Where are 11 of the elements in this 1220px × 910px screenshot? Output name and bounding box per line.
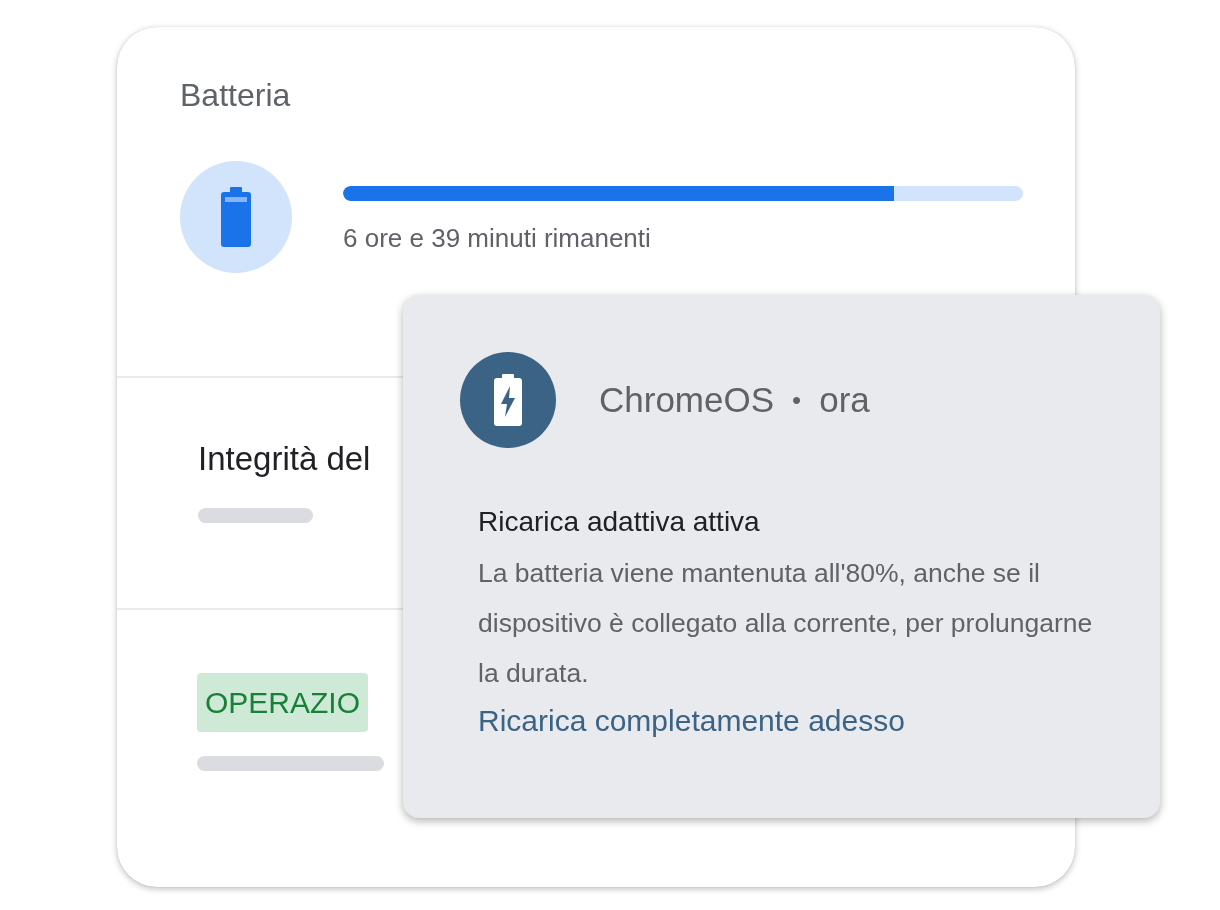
card-title: Batteria <box>180 77 292 115</box>
notification-body: La batteria viene mantenuta all'80%, anche se il dispositivo è collegato alla corrente, per prolungarne la durata. <box>478 557 1094 690</box>
notification-time: ora <box>819 380 870 420</box>
charge-fully-link[interactable]: Ricarica completamente adesso <box>478 704 1120 738</box>
health-label: Integrità del <box>198 440 372 478</box>
status-badge: OPERAZIO <box>197 673 369 732</box>
remaining-time: 6 ore e 39 minuti rimanenti <box>343 223 652 254</box>
separator-dot: • <box>792 384 802 416</box>
notification-title: Ricarica adattiva attiva <box>478 506 761 538</box>
battery-icon <box>221 187 251 247</box>
app-name: ChromeOS <box>599 380 775 420</box>
